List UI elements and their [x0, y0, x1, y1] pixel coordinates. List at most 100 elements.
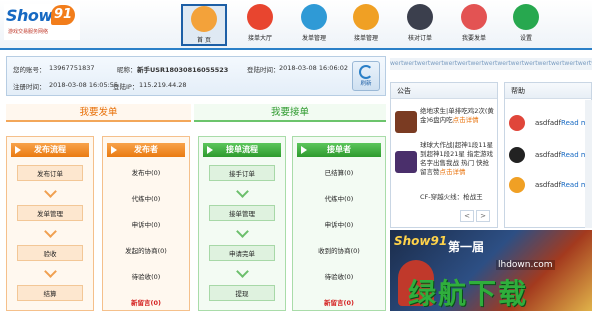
announcement-panel: 公告 绝地求生|单排吃鸡2次(黄金)6盘内吃点击详情 球球大作战|超神1段11星… [390, 82, 498, 228]
login-time-label: 登陆时间： [247, 66, 280, 74]
nav-label: 发单管理 [301, 35, 326, 42]
acceptor-title: 接单者 [327, 145, 351, 154]
nav-settings-button[interactable]: 设置 [503, 4, 549, 46]
publisher-title: 发布者 [134, 145, 158, 154]
nickname-label: 昵称： [117, 66, 137, 74]
arrow-right-icon [207, 146, 213, 154]
publisher-stat-appeal[interactable]: 申诉中(0) [107, 219, 185, 231]
accept-step-withdraw[interactable]: 提现 [209, 285, 275, 301]
bird-avatar-icon [509, 115, 525, 131]
nav-accept-manage-button[interactable]: 接单管理 [343, 4, 389, 46]
chevron-down-icon [7, 227, 93, 237]
publisher-stat-in-progress[interactable]: 代练中(0) [107, 193, 185, 205]
announcement-next-button[interactable]: > [476, 210, 490, 222]
chevron-down-icon [199, 227, 285, 237]
login-ip-label: 登陆IP： [113, 83, 139, 91]
logo-number: 91 [51, 5, 75, 25]
help-scrollbar[interactable] [585, 100, 592, 228]
scrolling-marquee: wertwertwertwertwertwertwertwertwertwert… [390, 58, 592, 70]
acceptor-stat-new-messages[interactable]: 新留言(0) [297, 297, 381, 309]
nav-publish-manage-button[interactable]: 发单管理 [291, 4, 337, 46]
arrow-right-icon [111, 146, 117, 154]
publisher-stat-new-messages[interactable]: 新留言(0) [107, 297, 185, 309]
help-text: asdfadf [535, 181, 562, 189]
read-more-link[interactable]: 点击详情 [453, 116, 479, 124]
help-item[interactable]: asdfadfRead more [509, 175, 592, 195]
folder-icon [353, 4, 379, 30]
checkmark-icon [513, 4, 539, 30]
nickname-value: 新手USR18030816055523 [137, 66, 229, 74]
publish-heading: 我要发单 [6, 104, 191, 122]
register-time-label: 注册时间： [13, 83, 46, 91]
top-toolbar: Show 91 游戏交易服务网络 首 页 接单大厅 发单管理 接单管理 核对订单… [0, 0, 592, 50]
help-item[interactable]: asdfadfRead more [509, 145, 592, 165]
banner-site: lhdown.com [496, 260, 555, 270]
refresh-icon [359, 65, 373, 79]
accept-step-manage[interactable]: 接单管理 [209, 205, 275, 221]
acceptor-column: 接单者 已结算(0) 代练中(0) 申诉中(0) 收到的协商(0) 待验收(0)… [292, 136, 386, 311]
publish-step-check[interactable]: 验收 [17, 245, 83, 261]
help-text: asdfadf [535, 119, 562, 127]
document-icon [461, 4, 487, 30]
publish-step-publish-order[interactable]: 发布订单 [17, 165, 83, 181]
nav-verify-orders-button[interactable]: 核对订单 [397, 4, 443, 46]
accept-flow-title: 接单流程 [226, 145, 258, 154]
logo-tagline: 游戏交易服务网络 [8, 29, 49, 35]
nav-order-hall-button[interactable]: 接单大厅 [237, 4, 283, 46]
nav-new-order-button[interactable]: 我要发单 [451, 4, 497, 46]
publisher-header: 发布者 [107, 143, 185, 157]
announcement-prev-button[interactable]: < [460, 210, 474, 222]
help-title: 帮助 [505, 83, 591, 99]
site-logo[interactable]: Show 91 游戏交易服务网络 [4, 4, 80, 40]
announcement-title: 公告 [391, 83, 497, 99]
nav-label: 接单大厅 [247, 35, 272, 42]
login-ip-value: 115.219.44.28 [139, 81, 187, 89]
read-more-link[interactable]: 点击详情 [440, 168, 466, 176]
account-id-label: 您的账号： [13, 66, 46, 74]
help-panel: 帮助 asdfadfRead more asdfadfRead more asd… [504, 82, 592, 228]
nav-label: 设置 [519, 35, 532, 42]
acceptor-stat-settled[interactable]: 已结算(0) [297, 167, 381, 179]
nav-label: 我要发单 [461, 35, 486, 42]
help-text: asdfadf [535, 151, 562, 159]
chevron-down-icon [7, 267, 93, 277]
accept-flow-header: 接单流程 [203, 143, 281, 157]
accept-step-take-order[interactable]: 接手订单 [209, 165, 275, 181]
acceptor-header: 接单者 [297, 143, 381, 157]
publish-flow-header: 发布流程 [11, 143, 89, 157]
accept-heading: 我要接单 [194, 104, 386, 122]
publish-step-settle[interactable]: 结算 [17, 285, 83, 301]
acceptor-stat-awaiting-check[interactable]: 待验收(0) [297, 271, 381, 283]
refresh-label: 刷新 [360, 81, 372, 87]
arrow-right-icon [301, 146, 307, 154]
nav-label: 核对订单 [407, 35, 432, 42]
acceptor-stat-in-progress[interactable]: 代练中(0) [297, 193, 381, 205]
order-hall-icon [247, 4, 273, 30]
nav-label: 接单管理 [353, 35, 378, 42]
watermark-text: 绿航下载 [408, 277, 529, 310]
announcement-item[interactable]: 球球大作战|超神1段11星到超神1段21星 指定游戏名字出售我战 热门 快抢 留… [395, 141, 495, 187]
chevron-down-icon [199, 187, 285, 197]
accept-flow-column: 接单流程 接手订单 接单管理 申请完单 提现 [198, 136, 286, 311]
login-time-value: 2018-03-08 16:06:02 [279, 64, 349, 72]
publish-step-manage[interactable]: 发单管理 [17, 205, 83, 221]
promo-banner[interactable]: Show91 第一届 lhdown.com 绿航下载 [390, 230, 592, 311]
accept-step-complete[interactable]: 申请完单 [209, 245, 275, 261]
refresh-button[interactable]: 刷新 [352, 61, 380, 91]
game-thumbnail [395, 111, 417, 133]
register-time-value: 2018-03-08 16:05:55 [49, 81, 119, 89]
nav-label: 首 页 [197, 37, 211, 44]
banner-brand: Show91 [394, 234, 448, 248]
nav-home-button[interactable]: 首 页 [181, 4, 227, 46]
announcement-text: CF-穿越火线：枪战王 [420, 193, 483, 201]
publisher-stat-awaiting-check[interactable]: 待验收(0) [107, 271, 185, 283]
help-item[interactable]: asdfadfRead more [509, 113, 592, 133]
acceptor-stat-appeal[interactable]: 申诉中(0) [297, 219, 381, 231]
acceptor-stat-negotiation[interactable]: 收到的协商(0) [297, 245, 381, 257]
arrow-right-icon [15, 146, 21, 154]
announcement-item[interactable]: 绝地求生|单排吃鸡2次(黄金)6盘内吃点击详情 [395, 107, 495, 141]
bird-avatar-icon [509, 147, 525, 163]
announcement-item[interactable]: CF-穿越火线：枪战王 [395, 193, 495, 205]
publisher-stat-publishing[interactable]: 发布中(0) [107, 167, 185, 179]
publisher-stat-negotiation[interactable]: 发起的协商(0) [107, 245, 185, 257]
